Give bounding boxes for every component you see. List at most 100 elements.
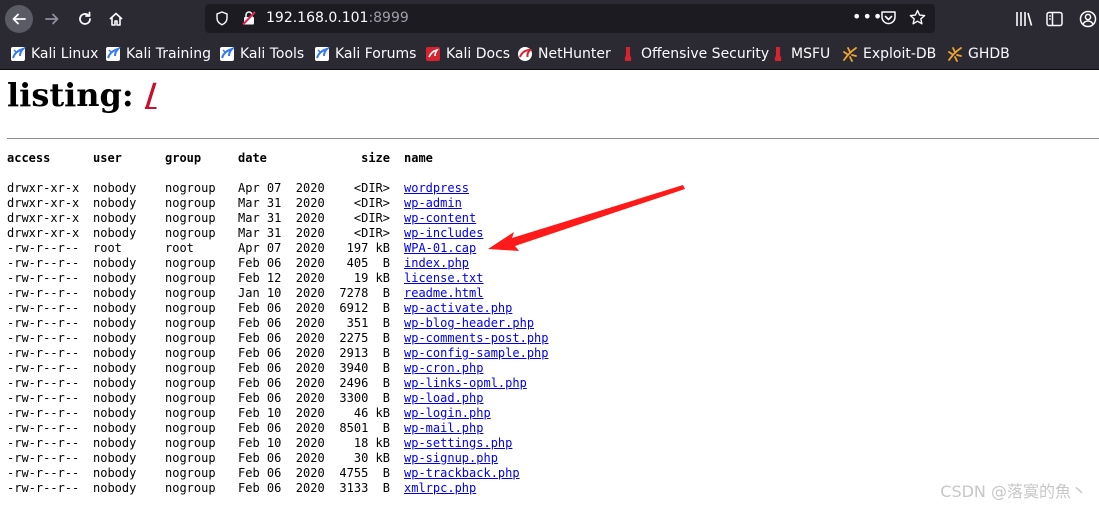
cell-user: nobody: [93, 391, 137, 405]
sidebar-icon[interactable]: [1046, 11, 1063, 27]
bookmark-kali-training[interactable]: Kali Training: [105, 45, 211, 63]
cell-size: 405 B: [346, 256, 390, 270]
cell-user: nobody: [93, 406, 137, 420]
file-link[interactable]: wordpress: [404, 181, 469, 195]
file-link[interactable]: wp-admin: [404, 196, 462, 210]
address-bar[interactable]: 192.168.0.101:8999 •••: [205, 4, 935, 33]
bookmark-label: MSFU: [791, 46, 831, 62]
bookmark-nethunter[interactable]: NetHunter: [517, 45, 611, 63]
reload-button[interactable]: [71, 5, 99, 33]
file-link[interactable]: wp-comments-post.php: [404, 331, 549, 345]
file-link[interactable]: wp-links-opml.php: [404, 376, 527, 390]
bookmark-ghdb[interactable]: GHDB: [947, 45, 1010, 63]
file-link[interactable]: wp-trackback.php: [404, 466, 520, 480]
home-button[interactable]: [102, 5, 130, 33]
insecure-lock-icon: [242, 11, 256, 26]
file-link[interactable]: wp-activate.php: [404, 301, 512, 315]
cell-user: nobody: [93, 481, 137, 495]
file-link[interactable]: index.php: [404, 256, 469, 270]
cell-group: nogroup: [165, 361, 216, 375]
file-link[interactable]: WPA-01.cap: [404, 241, 476, 255]
cell-access: -rw-r--r--: [7, 406, 80, 420]
bookmark-offensive-security[interactable]: Offensive Security: [620, 45, 769, 63]
shield-icon: [216, 11, 228, 26]
header-group: group: [165, 151, 202, 165]
file-link[interactable]: wp-includes: [404, 226, 483, 240]
file-link[interactable]: wp-mail.php: [404, 421, 483, 435]
cell-name: license.txt: [404, 271, 483, 286]
bookmark-kali-forums[interactable]: Kali Forums: [314, 45, 416, 63]
forward-button[interactable]: [38, 5, 66, 33]
bookmark-msfu[interactable]: MSFU: [770, 45, 830, 63]
cell-user: nobody: [93, 331, 137, 345]
cell-name: wp-signup.php: [404, 451, 498, 466]
cell-date: Feb 06 2020: [238, 466, 325, 480]
kali-docs-icon: [426, 47, 440, 61]
file-link[interactable]: wp-blog-header.php: [404, 316, 534, 330]
url-text: 192.168.0.101:8999: [266, 10, 409, 26]
bookmark-kali-docs[interactable]: Kali Docs: [425, 45, 510, 63]
file-link[interactable]: wp-cron.php: [404, 361, 483, 375]
bookmark-label: Kali Tools: [240, 46, 305, 62]
bookmark-kali-tools[interactable]: Kali Tools: [219, 45, 304, 63]
account-icon[interactable]: [1079, 10, 1097, 28]
cell-access: -rw-r--r--: [7, 286, 80, 300]
root-path-link[interactable]: /: [145, 76, 157, 114]
cell-access: -rw-r--r--: [7, 451, 80, 465]
cell-group: nogroup: [165, 406, 216, 420]
cell-size: 46 kB: [353, 406, 390, 420]
file-link[interactable]: wp-signup.php: [404, 451, 498, 465]
cell-access: -rw-r--r--: [7, 466, 80, 480]
library-icon[interactable]: [1015, 11, 1033, 27]
cell-name: wp-load.php: [404, 391, 483, 406]
more-actions-icon[interactable]: •••: [852, 7, 883, 26]
cell-access: -rw-r--r--: [7, 301, 80, 315]
file-link[interactable]: wp-load.php: [404, 391, 483, 405]
cell-date: Feb 10 2020: [238, 406, 325, 420]
bookmark-label: Kali Forums: [335, 46, 417, 62]
cell-access: -rw-r--r--: [7, 481, 80, 495]
cell-name: readme.html: [404, 286, 483, 301]
cell-group: nogroup: [165, 196, 216, 210]
cell-user: nobody: [93, 466, 137, 480]
cell-user: nobody: [93, 301, 137, 315]
cell-group: nogroup: [165, 466, 216, 480]
file-link[interactable]: wp-settings.php: [404, 436, 512, 450]
watermark: CSDN @落寞的魚丶: [940, 482, 1087, 501]
kali-dragon-icon: [315, 47, 330, 61]
file-link[interactable]: wp-config-sample.php: [404, 346, 549, 360]
cell-size: <DIR>: [353, 226, 390, 240]
cell-date: Feb 06 2020: [238, 421, 325, 435]
bookmark-kali-linux[interactable]: Kali Linux: [10, 45, 98, 63]
kali-dragon-icon: [220, 47, 235, 61]
cell-date: Feb 06 2020: [238, 361, 325, 375]
cell-user: nobody: [93, 181, 137, 195]
bookmark-exploit-db[interactable]: Exploit-DB: [842, 45, 936, 63]
cell-name: wp-config-sample.php: [404, 346, 549, 361]
arrow-left-icon: [12, 13, 26, 25]
cell-size: 2496 B: [339, 376, 390, 390]
bookmark-label: Kali Training: [126, 46, 211, 62]
cell-group: nogroup: [165, 316, 216, 330]
file-link[interactable]: wp-login.php: [404, 406, 491, 420]
file-link[interactable]: license.txt: [404, 271, 483, 285]
cell-user: nobody: [93, 376, 137, 390]
cell-access: -rw-r--r--: [7, 391, 80, 405]
cell-user: nobody: [93, 436, 137, 450]
cell-date: Feb 06 2020: [238, 316, 325, 330]
cell-date: Mar 31 2020: [238, 226, 325, 240]
bookmark-star-icon[interactable]: [909, 9, 926, 26]
file-link[interactable]: readme.html: [404, 286, 483, 300]
back-button[interactable]: [5, 5, 33, 33]
kali-dragon-icon: [11, 47, 26, 61]
cell-name: wordpress: [404, 181, 469, 196]
exploitdb-icon: [843, 47, 857, 62]
cell-access: -rw-r--r--: [7, 376, 80, 390]
cell-name: wp-cron.php: [404, 361, 483, 376]
pocket-icon[interactable]: [880, 10, 897, 26]
cell-access: drwxr-xr-x: [7, 196, 80, 210]
cell-name: wp-activate.php: [404, 301, 512, 316]
file-link[interactable]: xmlrpc.php: [404, 481, 476, 495]
file-link[interactable]: wp-content: [404, 211, 476, 225]
cell-group: nogroup: [165, 211, 216, 225]
